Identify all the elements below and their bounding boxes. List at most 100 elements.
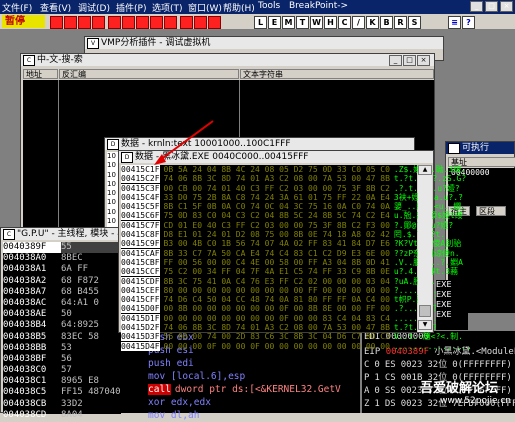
trace-into-icon[interactable] [136, 16, 149, 29]
window-title[interactable]: E 可执行 [446, 142, 514, 154]
cpu-row[interactable]: 004038C1 8965 E8 [3, 376, 121, 387]
minimize-button[interactable]: _ [389, 55, 402, 66]
cpu-row[interactable]: 004038B4 64:8925 [3, 320, 121, 331]
step-over-icon[interactable] [122, 16, 135, 29]
window-title[interactable]: C "G.P.U" - 主线程, 模块 - 小 [1, 228, 119, 240]
handles-button[interactable]: H [324, 16, 337, 29]
cpu-row[interactable]: 004038BF 56 [3, 354, 121, 365]
restore-button[interactable]: □ [403, 55, 416, 66]
data-exe-dump: 00415C1F 0B 5A 24 04 8B 4C 24 08 05 D2 75… [121, 165, 471, 351]
dump-row[interactable]: 00415CAF 8B 33 C7 7A 50 CA E4 74 C4 83 C1… [121, 248, 460, 258]
help-button[interactable]: ? [462, 16, 475, 29]
column-header-section[interactable]: 区段 [476, 206, 506, 216]
cpu-row[interactable]: 004038A2 68 F872 [3, 276, 121, 287]
dump-row[interactable]: 00415C9F B3 00 4B C0 1B 56 74 07 4A 02 FF… [121, 239, 461, 249]
dump-row[interactable]: 00415CCF 75 C2 00 34 FF 04 7F 4A E1 C5 74… [121, 267, 458, 277]
menu-options[interactable]: 选项(T) [152, 1, 183, 14]
cpu-row[interactable]: 004038C5 FF15 4870400 [3, 387, 126, 398]
execute-till-return-icon[interactable] [164, 16, 177, 29]
log-button[interactable]: L [254, 16, 267, 29]
cpu-row[interactable]: 004038A7 68 B455 [3, 287, 121, 298]
asm-line[interactable]: call dword ptr ds:[<&KERNEL32.GetV [148, 383, 360, 396]
cpu-row[interactable]: 004038B5 83EC 58 [3, 332, 121, 343]
exe-labels: EXE EXE EXE EXE [436, 280, 468, 330]
settings-icon[interactable]: ≡ [448, 16, 461, 29]
dump-row[interactable]: 00415C8F D8 E1 01 24 01 D2 08 75 00 8B 0E… [121, 230, 445, 240]
scroll-thumb[interactable] [419, 305, 431, 317]
menu-window[interactable]: 窗口(W) [188, 1, 222, 14]
window-title[interactable]: V VMP分析插件 - 调试虚拟机 [85, 37, 443, 49]
step-into-icon[interactable] [108, 16, 121, 29]
window-icon: C [23, 55, 35, 66]
dump-row[interactable]: 00415D0F 00 8B 00 00 00 00 00 00 0F 00 8B… [121, 304, 465, 314]
window-icon: D [107, 139, 119, 150]
dump-row[interactable]: 00415C6F 75 0D 83 C0 04 C3 C2 04 8B 5C 24… [121, 211, 463, 221]
menu-breakpoint[interactable]: BreakPoint-> [289, 1, 348, 11]
dump-row[interactable]: 00415CDF 8B 3C 75 41 0A C4 76 E3 FF C2 02… [121, 276, 450, 286]
close-button[interactable]: × [417, 55, 430, 66]
dump-row[interactable]: 00415C3F 00 CB 00 74 01 40 C3 FF C2 03 00… [121, 183, 460, 193]
column-header-address[interactable]: 地址 [23, 69, 58, 79]
dump-hex: 8B 3C 75 41 0A C4 76 E3 FF C2 02 00 00 0… [163, 276, 390, 286]
minimize-button[interactable]: _ [470, 1, 483, 12]
menu-file[interactable]: 文件(F) [2, 1, 32, 14]
trace-over-icon[interactable] [150, 16, 163, 29]
memory-map-button[interactable]: M [282, 16, 295, 29]
restart-icon[interactable] [50, 16, 63, 29]
window-title[interactable]: C 中-文-搜-索 _ □ × [21, 54, 434, 66]
patches-button[interactable]: / [352, 16, 365, 29]
cpu-row[interactable]: 004038BB 53 [3, 343, 121, 354]
call-stack-button[interactable]: K [366, 16, 379, 29]
column-header-text[interactable]: 文本字符串 [240, 69, 434, 79]
asm-line[interactable]: mov [local.6],esp [148, 370, 360, 383]
menu-help[interactable]: 帮助(H) [223, 1, 255, 14]
cpu-address: 004038A2 [3, 275, 47, 286]
column-header-disasm[interactable]: 反汇编 [59, 69, 239, 79]
goto-icon[interactable] [180, 16, 193, 29]
dump-row[interactable]: 00415D3F 56 00 00 74 00 2D 83 C6 3C 8B 3C… [121, 332, 463, 342]
close-process-icon[interactable] [64, 16, 77, 29]
flag-row[interactable]: C 0 ES 0023 32位 0(FFFFFFFF) [362, 359, 515, 372]
asm-line[interactable]: xor edx,edx [148, 396, 360, 409]
cpu-row[interactable]: 004038CB 33D2 [3, 399, 121, 410]
dump-row[interactable]: 00415C2F 74 06 8B 3C 8D 74 01 A3 C2 08 00… [121, 174, 466, 184]
menu-tools[interactable]: Tools [258, 1, 280, 11]
dump-hex: 74 D6 C4 50 04 CC 48 74 0A 81 80 FF FF 0… [163, 295, 390, 305]
executable-modules-button[interactable]: E [268, 16, 281, 29]
dump-row[interactable]: 00415CBF FF 00 56 00 00 C4 4E 00 58 00 FF… [121, 257, 463, 267]
references-button[interactable]: R [394, 16, 407, 29]
dump-row[interactable]: 00415C4F 33 D0 75 2B 8A C8 74 24 3A 61 01… [121, 192, 463, 202]
dump-row[interactable]: 00415D1F 00 00 00 00 00 00 00 00 0F 00 00… [121, 313, 463, 323]
dump-row[interactable]: 00415C7F CD 01 E0 40 C3 FF C2 03 00 00 75… [121, 220, 453, 230]
menu-debug[interactable]: 调试(D) [78, 1, 110, 14]
cpu-row[interactable]: 004038CD 8A04 [3, 410, 121, 421]
menu-view[interactable]: 查看(V) [40, 1, 71, 14]
menu-plugins[interactable]: 插件(P) [116, 1, 146, 14]
cpu-row[interactable]: 004038C0 57 [3, 365, 121, 376]
arrows-icon[interactable] [208, 16, 221, 29]
asm-line[interactable]: mov dl,ah [148, 409, 360, 422]
windows-button[interactable]: W [310, 16, 323, 29]
close-button[interactable]: × [500, 1, 513, 12]
cpu-row[interactable]: 004038A0 8BEC [3, 253, 121, 264]
list-icon[interactable] [194, 16, 207, 29]
scroll-down-icon[interactable]: ▼ [418, 320, 432, 330]
breakpoints-button[interactable]: B [380, 16, 393, 29]
dump-row[interactable]: 00415D2F 74 06 8B 3C 8D 74 01 A3 C2 08 00… [121, 323, 466, 333]
run-trace-button[interactable]: S [408, 16, 421, 29]
run-icon[interactable] [78, 16, 91, 29]
threads-button[interactable]: T [296, 16, 309, 29]
cpu-row[interactable]: 004038AE 50 [3, 309, 121, 320]
dump-row[interactable]: 00415CFF 74 D6 C4 50 04 CC 48 74 0A 81 80… [121, 295, 453, 305]
dump-row[interactable]: 00415D4F 00 00 00 0F 00 00 0F 00 00 00 00… [121, 341, 471, 351]
vertical-scrollbar[interactable]: ▲ ▼ [418, 165, 432, 332]
asm-line[interactable]: push edi [148, 357, 360, 370]
cpu-row[interactable]: 004038A1 6A FF [3, 264, 121, 275]
cpu-row[interactable]: 0040389F 55 [3, 242, 121, 254]
scroll-up-icon[interactable]: ▲ [418, 165, 432, 175]
pause-icon[interactable] [92, 16, 105, 29]
restore-button[interactable]: □ [485, 1, 498, 12]
cpu-button[interactable]: C [338, 16, 351, 29]
dump-row[interactable]: 00415CEF 80 00 00 00 00 00 00 00 00 00 FF… [121, 285, 457, 295]
cpu-row[interactable]: 004038AC 64:A1 0 [3, 298, 121, 309]
